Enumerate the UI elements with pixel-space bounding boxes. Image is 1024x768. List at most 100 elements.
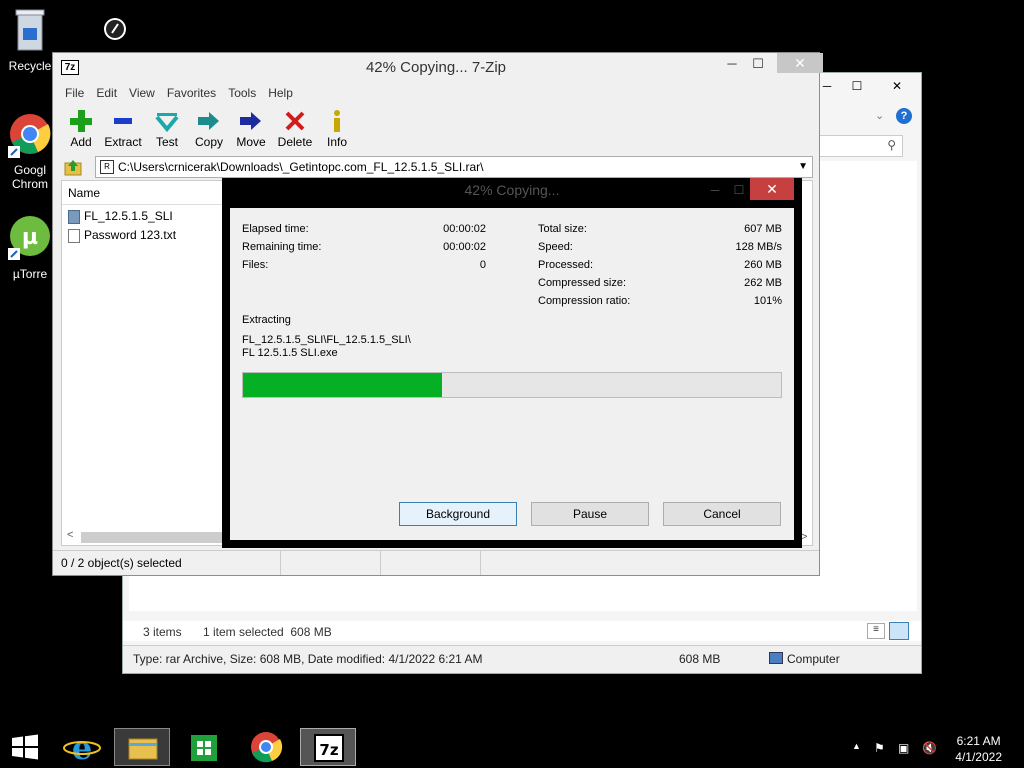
menu-edit[interactable]: Edit [90, 83, 123, 103]
move-arrow-icon [240, 112, 261, 130]
menu-view[interactable]: View [123, 83, 161, 103]
plus-icon [70, 110, 92, 132]
taskbar: e 7z ▲ ⚑ ▣ 🔇 6:21 AM 4/1/2022 [0, 726, 1024, 768]
folder-icon [128, 738, 158, 760]
details-view-icon[interactable]: ≡ [867, 623, 885, 639]
extract-label: Extract [104, 135, 142, 149]
cancel-button[interactable]: Cancel [663, 502, 781, 526]
windows-logo-icon [12, 734, 38, 760]
taskbar-file-explorer[interactable] [114, 728, 170, 766]
current-path-line2: FL 12.5.1.5 SLI.exe [242, 347, 338, 359]
details-size: 608 MB [679, 652, 721, 666]
maximize-button[interactable]: ☐ [726, 180, 752, 200]
desktop-icon-recycle-bin[interactable]: Recycle [0, 6, 60, 73]
status-items-count: 3 items [143, 625, 182, 639]
details-location: Computer [787, 652, 840, 666]
titlebar[interactable]: 7z 42% Copying... 7-Zip ─ ☐ ✕ [53, 53, 823, 83]
chevron-down-icon[interactable]: ▼ [798, 157, 808, 177]
total-size-value: 607 MB [744, 223, 782, 235]
store-icon [191, 735, 217, 761]
compression-ratio-label: Compression ratio: [538, 295, 631, 307]
svg-text:µ: µ [22, 225, 38, 250]
close-button[interactable]: ✕ [877, 77, 917, 95]
compression-ratio-value: 101% [753, 295, 782, 307]
move-label: Move [236, 135, 266, 149]
search-icon: ⚲ [887, 138, 896, 152]
menu-help[interactable]: Help [262, 83, 299, 103]
file-name: Password 123.txt [84, 228, 177, 242]
internet-explorer-icon: e [63, 729, 101, 767]
menu-file[interactable]: File [59, 83, 90, 103]
chrome-icon [8, 114, 51, 158]
progress-dialog[interactable]: 42% Copying... ─ ☐ ✕ Elapsed time: 00:00… [222, 178, 802, 548]
column-header-name[interactable]: Name [62, 181, 242, 205]
help-icon[interactable]: ? [896, 108, 912, 124]
pause-button[interactable]: Pause [531, 502, 649, 526]
desktop-icon-chrome[interactable]: Googl Chrom [2, 112, 58, 191]
test-label: Test [155, 135, 178, 149]
copy-arrow-icon [198, 112, 219, 130]
desktop-small-icon[interactable] [104, 18, 126, 40]
minus-icon [114, 118, 132, 124]
tray-expand-icon[interactable]: ▲ [852, 741, 861, 751]
file-row[interactable]: Password 123.txt [68, 228, 176, 243]
taskbar-store[interactable] [176, 728, 232, 766]
taskbar-ie[interactable]: e [54, 728, 110, 767]
desktop-icon-label: µTorre [12, 267, 48, 281]
search-box[interactable]: ⚲ [817, 135, 903, 157]
close-button[interactable]: ✕ [777, 53, 823, 73]
ribbon-collapse-icon[interactable]: ⌄ [875, 109, 884, 122]
svg-text:7z: 7z [319, 741, 338, 759]
copy-button[interactable]: Copy [187, 107, 231, 149]
clock-time: 6:21 AM [956, 734, 1001, 748]
speed-value: 128 MB/s [735, 241, 782, 253]
dialog-body: Elapsed time: 00:00:02 Remaining time: 0… [230, 208, 794, 540]
test-button[interactable]: Test [145, 107, 189, 149]
taskbar-chrome[interactable] [238, 728, 294, 766]
network-icon[interactable]: ▣ [898, 741, 909, 755]
chevron-left-icon[interactable]: < [67, 529, 73, 541]
horizontal-scrollbar[interactable]: < [61, 529, 231, 545]
info-button[interactable]: Info [315, 107, 359, 149]
files-value: 0 [479, 259, 486, 271]
folder-up-icon[interactable] [63, 157, 83, 177]
tiles-view-icon[interactable] [889, 622, 909, 640]
processed-label: Processed: [538, 259, 594, 271]
maximize-button[interactable]: ☐ [843, 77, 871, 95]
add-label: Add [70, 135, 92, 149]
add-button[interactable]: Add [59, 107, 103, 149]
explorer-status-bar: 3 items 1 item selected 608 MB ≡ [123, 621, 921, 641]
menu-favorites[interactable]: Favorites [161, 83, 222, 103]
move-button[interactable]: Move [229, 107, 273, 149]
taskbar-7zip[interactable]: 7z [300, 728, 356, 766]
path-input[interactable]: R C:\Users\crnicerak\Downloads\_Getintop… [95, 156, 813, 178]
delete-button[interactable]: Delete [273, 107, 317, 149]
recycle-bin-icon [15, 9, 45, 51]
maximize-button[interactable]: ☐ [743, 53, 773, 75]
menu-tools[interactable]: Tools [222, 83, 262, 103]
desktop-icon-utorrent[interactable]: µ µTorre [2, 214, 58, 281]
file-name: FL_12.5.1.5_SLI [84, 209, 173, 223]
background-button[interactable]: Background [399, 502, 517, 526]
action-label: Extracting [242, 314, 291, 326]
folder-icon [68, 209, 80, 224]
info-label: Info [326, 135, 347, 149]
close-button[interactable]: ✕ [750, 178, 794, 200]
start-button[interactable] [0, 728, 50, 766]
clock[interactable]: 6:21 AM 4/1/2022 [955, 733, 1002, 765]
status-cell [381, 551, 481, 575]
details-text: Type: rar Archive, Size: 608 MB, Date mo… [133, 652, 483, 666]
extract-button[interactable]: Extract [101, 107, 145, 149]
status-selected: 1 item selected 608 MB [203, 625, 332, 639]
utorrent-icon: µ [8, 216, 50, 260]
volume-muted-icon[interactable]: 🔇 [922, 741, 937, 755]
minimize-button[interactable]: ─ [702, 180, 728, 200]
action-center-flag-icon[interactable]: ⚑ [874, 741, 885, 755]
text-file-icon [68, 228, 80, 243]
file-row[interactable]: FL_12.5.1.5_SLI [68, 209, 173, 224]
delete-x-icon [285, 111, 305, 131]
desktop-icon-label: Recycle [8, 59, 52, 73]
scroll-thumb[interactable] [81, 532, 231, 543]
compressed-size-label: Compressed size: [538, 277, 627, 289]
status-cell [281, 551, 381, 575]
